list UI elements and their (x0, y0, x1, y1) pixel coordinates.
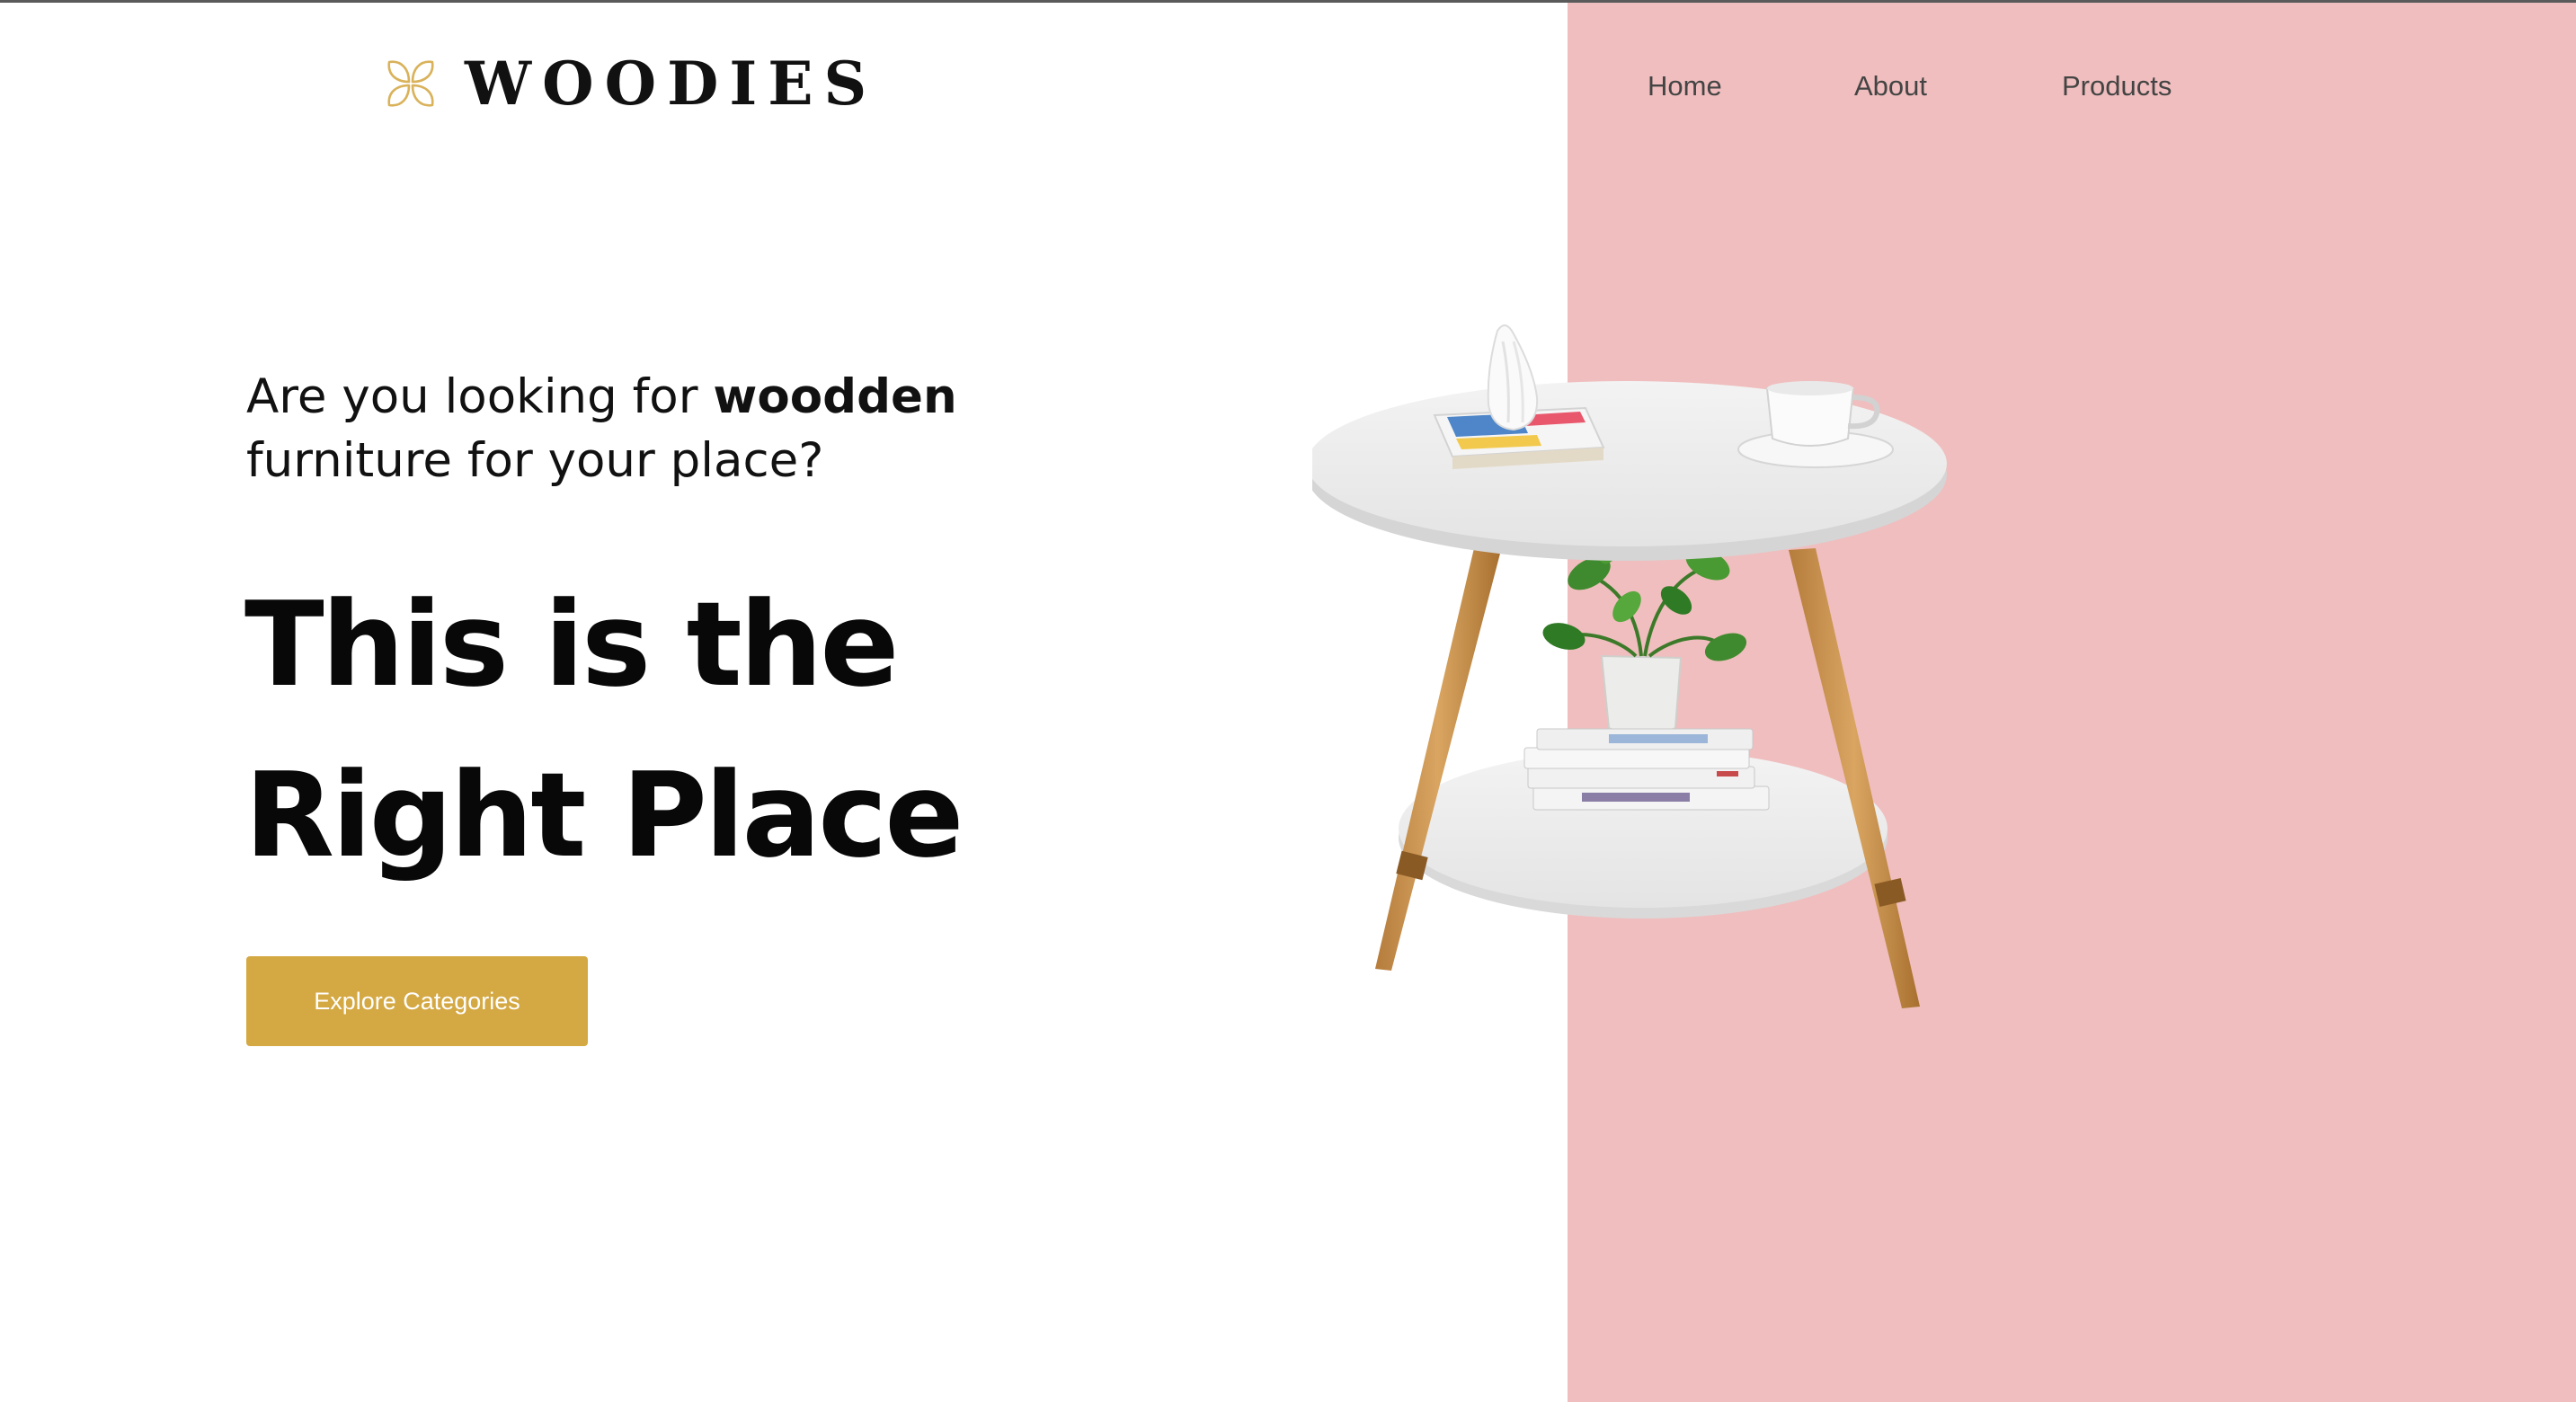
nav-item-about[interactable]: About (1854, 67, 1927, 106)
hero-question-suffix: furniture for your place? (246, 433, 824, 488)
flower-logo-icon (387, 60, 434, 107)
brand-name: WOODIES (465, 49, 878, 119)
nav-item-home[interactable]: Home (1648, 67, 1722, 106)
side-table-illustration (1312, 324, 1947, 1008)
hero-heading-line-1: This is the (244, 576, 899, 713)
hero-heading-line-2: Right Place (244, 747, 964, 883)
hero-heading: This is the Right Place (244, 559, 1323, 901)
explore-categories-button[interactable]: Explore Categories (246, 956, 588, 1046)
vase-icon (1487, 324, 1539, 431)
nav-item-products[interactable]: Products (2062, 67, 2172, 106)
hero-question: Are you looking for woodden furniture fo… (246, 365, 1073, 492)
hero-question-highlight: woodden (713, 369, 957, 424)
book-stack-icon (1523, 728, 1770, 811)
brand-logo-link[interactable]: WOODIES (382, 52, 877, 115)
hero-question-prefix: Are you looking for (246, 369, 714, 424)
